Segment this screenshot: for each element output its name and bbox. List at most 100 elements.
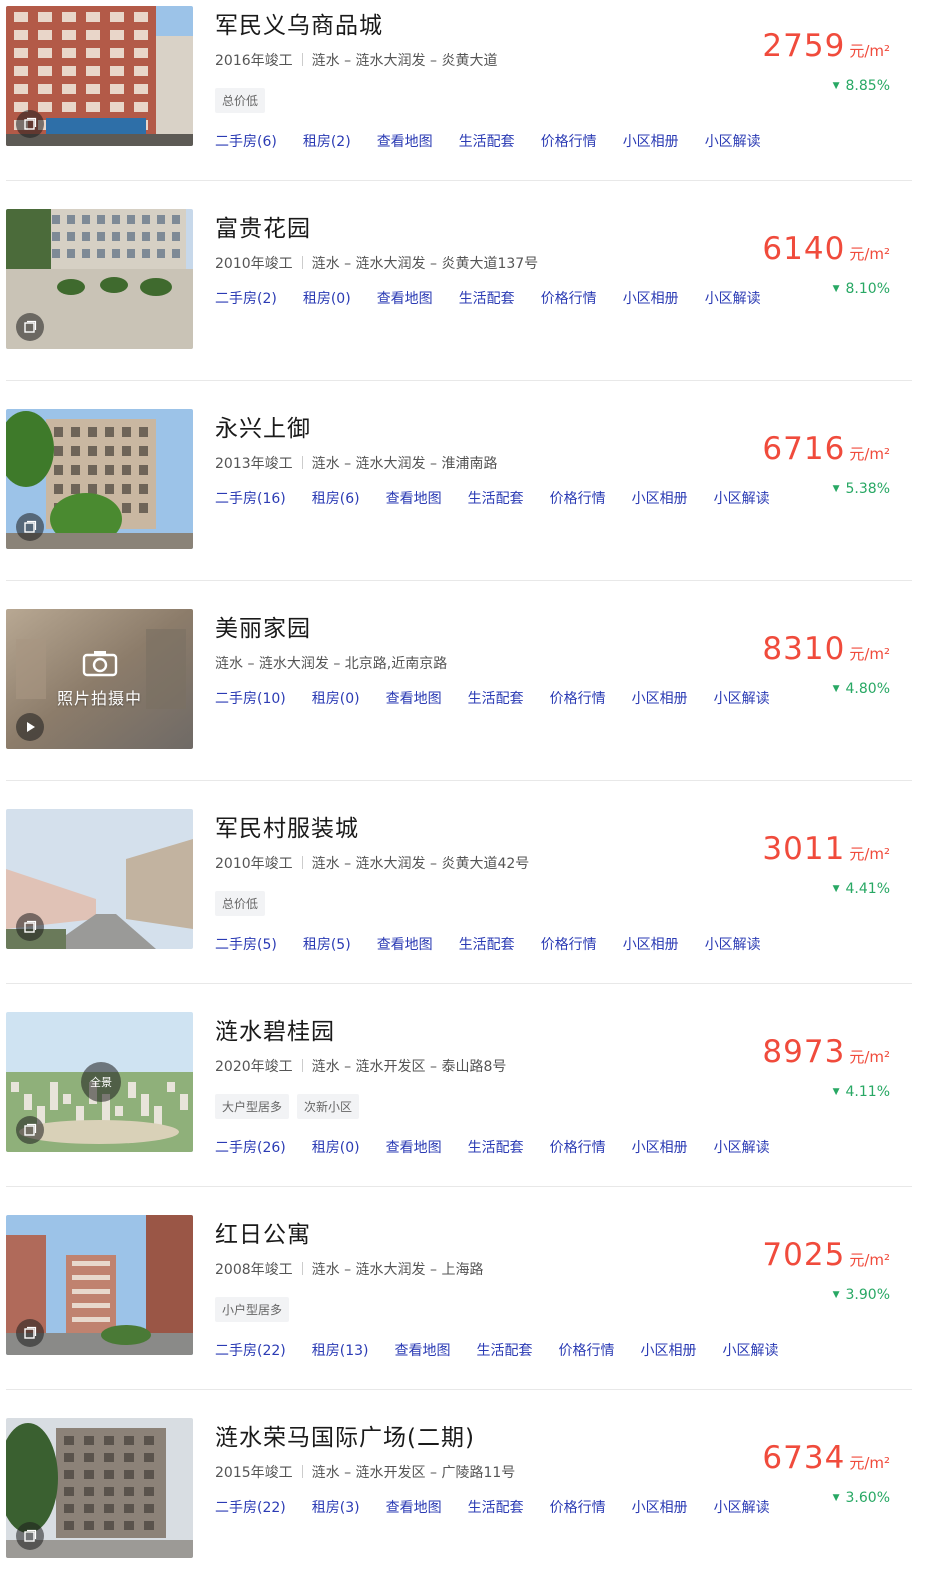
listing-title[interactable]: 军民义乌商品城 [215,6,383,40]
price-trend-link[interactable]: 价格行情 [541,288,597,308]
listing-title[interactable]: 富贵花园 [215,209,311,243]
amenities-link[interactable]: 生活配套 [468,488,524,508]
analysis-link[interactable]: 小区解读 [714,688,770,708]
rent-link[interactable]: 租房(3) [312,1497,360,1517]
listing-title[interactable]: 军民村服装城 [215,809,359,843]
price-trend-link[interactable]: 价格行情 [550,1497,606,1517]
rent-link[interactable]: 租房(2) [303,131,351,151]
listing-price: 2759 元/m² [762,28,890,64]
listing-photo[interactable] [6,1215,193,1355]
listing-photo[interactable] [6,209,193,349]
listing-links: 二手房(2) 租房(0) 查看地图 生活配套 价格行情 小区相册 小区解读 [215,288,787,308]
album-icon[interactable] [16,1116,44,1144]
rent-link[interactable]: 租房(13) [312,1340,369,1360]
down-arrow-icon: ▼ [832,284,840,294]
album-link[interactable]: 小区相册 [632,1137,688,1157]
listing-title[interactable]: 涟水荣马国际广场(二期) [215,1418,475,1452]
listing-title[interactable]: 美丽家园 [215,609,311,643]
secondhand-link[interactable]: 二手房(2) [215,288,277,308]
analysis-link[interactable]: 小区解读 [705,934,761,954]
listing-tags: 总价低 [215,891,266,916]
map-link[interactable]: 查看地图 [386,1497,442,1517]
analysis-link[interactable]: 小区解读 [705,131,761,151]
amenities-link[interactable]: 生活配套 [459,288,515,308]
amenities-link[interactable]: 生活配套 [459,934,515,954]
analysis-link[interactable]: 小区解读 [705,288,761,308]
map-link[interactable]: 查看地图 [386,1137,442,1157]
price-trend-link[interactable]: 价格行情 [550,1137,606,1157]
album-icon[interactable] [16,313,44,341]
secondhand-link[interactable]: 二手房(22) [215,1497,286,1517]
album-icon[interactable] [16,1522,44,1550]
album-link[interactable]: 小区相册 [623,934,679,954]
analysis-link[interactable]: 小区解读 [714,1137,770,1157]
price-trend-link[interactable]: 价格行情 [541,131,597,151]
rent-link[interactable]: 租房(6) [312,488,360,508]
map-link[interactable]: 查看地图 [395,1340,451,1360]
listing-tag: 总价低 [215,88,266,113]
album-icon[interactable] [16,1319,44,1347]
album-link[interactable]: 小区相册 [632,1497,688,1517]
map-link[interactable]: 查看地图 [386,688,442,708]
amenities-link[interactable]: 生活配套 [459,131,515,151]
listing-tag: 大户型居多 [215,1094,290,1119]
price-change: ▼ 3.60% [833,1490,890,1506]
amenities-link[interactable]: 生活配套 [468,1137,524,1157]
rent-link[interactable]: 租房(0) [312,688,360,708]
price-change: ▼ 8.85% [833,78,890,94]
build-year: 2008年竣工 [215,1262,293,1278]
rent-link[interactable]: 租房(0) [312,1137,360,1157]
play-icon[interactable] [16,713,44,741]
build-year: 2016年竣工 [215,53,293,69]
change-value: 8.10% [845,281,890,297]
price-trend-link[interactable]: 价格行情 [550,488,606,508]
price-trend-link[interactable]: 价格行情 [550,688,606,708]
listing-photo[interactable]: 照片拍摄中 [6,609,193,749]
amenities-link[interactable]: 生活配套 [468,1497,524,1517]
analysis-link[interactable]: 小区解读 [723,1340,779,1360]
album-link[interactable]: 小区相册 [623,131,679,151]
secondhand-link[interactable]: 二手房(5) [215,934,277,954]
secondhand-link[interactable]: 二手房(26) [215,1137,286,1157]
panorama-button[interactable]: 全景 [81,1062,121,1102]
map-link[interactable]: 查看地图 [377,934,433,954]
price-trend-link[interactable]: 价格行情 [541,934,597,954]
change-value: 4.41% [845,881,890,897]
listing-photo[interactable] [6,809,193,949]
listing-photo[interactable] [6,1418,193,1558]
camera-icon [82,649,118,677]
listing-photo[interactable]: 全景 [6,1012,193,1152]
secondhand-link[interactable]: 二手房(16) [215,488,286,508]
price-value: 8973 [762,1034,846,1070]
listing-price: 6716 元/m² [762,431,890,467]
amenities-link[interactable]: 生活配套 [477,1340,533,1360]
rent-link[interactable]: 租房(5) [303,934,351,954]
album-icon[interactable] [16,110,44,138]
listing-title[interactable]: 永兴上御 [215,409,311,443]
price-change: ▼ 3.90% [833,1287,890,1303]
secondhand-link[interactable]: 二手房(22) [215,1340,286,1360]
amenities-link[interactable]: 生活配套 [468,688,524,708]
album-link[interactable]: 小区相册 [641,1340,697,1360]
analysis-link[interactable]: 小区解读 [714,1497,770,1517]
secondhand-link[interactable]: 二手房(10) [215,688,286,708]
listing-title[interactable]: 涟水碧桂园 [215,1012,335,1046]
price-trend-link[interactable]: 价格行情 [559,1340,615,1360]
album-link[interactable]: 小区相册 [632,488,688,508]
listing-meta: 2010年竣工 涟水 – 涟水大润发 – 炎黄大道42号 [215,853,529,873]
listing-tag: 小户型居多 [215,1297,290,1322]
analysis-link[interactable]: 小区解读 [714,488,770,508]
album-link[interactable]: 小区相册 [623,288,679,308]
listing-photo[interactable] [6,409,193,549]
album-link[interactable]: 小区相册 [632,688,688,708]
secondhand-link[interactable]: 二手房(6) [215,131,277,151]
meta-separator [301,1059,303,1072]
rent-link[interactable]: 租房(0) [303,288,351,308]
listing-title[interactable]: 红日公寓 [215,1215,311,1249]
map-link[interactable]: 查看地图 [377,288,433,308]
album-icon[interactable] [16,913,44,941]
map-link[interactable]: 查看地图 [386,488,442,508]
album-icon[interactable] [16,513,44,541]
listing-photo[interactable] [6,6,193,146]
map-link[interactable]: 查看地图 [377,131,433,151]
